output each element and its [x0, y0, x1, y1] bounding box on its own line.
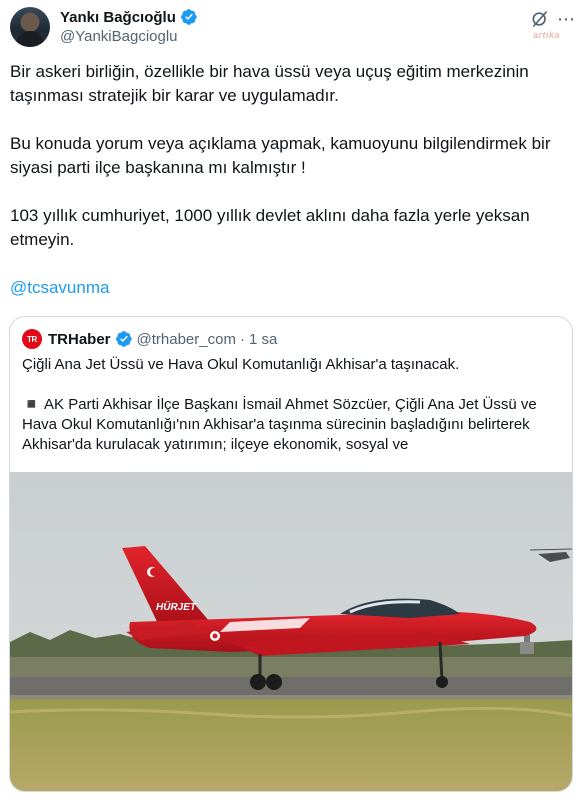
quote-timestamp[interactable]: 1 sa	[249, 331, 277, 348]
quote-handle[interactable]: @trhaber_com	[137, 331, 236, 348]
jet-photo[interactable]: HÜRJET	[10, 472, 573, 792]
mention-link[interactable]: @tcsavunma	[10, 278, 109, 297]
quote-line-2: ◾️ AK Parti Akhisar İlçe Başkanı İsmail …	[22, 396, 537, 453]
quoted-tweet-card[interactable]: TR TRHaber @trhaber_com · 1 sa Çiğli Ana…	[9, 316, 573, 792]
tweet-paragraph-3: 103 yıllık cumhuriyet, 1000 yıllık devle…	[10, 206, 530, 249]
quote-body: Çiğli Ana Jet Üssü ve Hava Okul Komutanl…	[22, 355, 562, 455]
quote-avatar[interactable]: TR	[22, 329, 42, 349]
verified-badge-icon	[115, 331, 132, 347]
verified-badge-icon	[180, 9, 197, 25]
aircraft-tail-text: HÜRJET	[156, 600, 197, 613]
author-handle[interactable]: @YankiBagcioglu	[60, 28, 178, 45]
quote-line-1: Çiğli Ana Jet Üssü ve Hava Okul Komutanl…	[22, 356, 460, 373]
tweet-body: Bir askeri birliğin, özellikle bir hava …	[10, 60, 572, 324]
grok-icon[interactable]	[530, 9, 550, 29]
more-icon[interactable]: ⋯	[556, 9, 576, 29]
tweet-paragraph-1: Bir askeri birliğin, özellikle bir hava …	[10, 62, 529, 105]
author-display-name[interactable]: Yankı Bağcıoğlu	[60, 9, 176, 26]
author-avatar[interactable]	[10, 7, 50, 47]
tweet-header: Yankı Bağcıoğlu @YankiBagcioglu ⋯ artıka	[8, 6, 580, 50]
quote-separator: ·	[239, 330, 245, 348]
tweet-paragraph-2: Bu konuda yorum veya açıklama yapmak, ka…	[10, 134, 551, 177]
watermark-logo: artıka	[532, 30, 560, 40]
quote-display-name[interactable]: TRHaber	[48, 331, 111, 348]
author-name-row: Yankı Bağcıoğlu	[60, 8, 198, 26]
quote-header: TR TRHaber @trhaber_com · 1 sa	[22, 329, 277, 349]
